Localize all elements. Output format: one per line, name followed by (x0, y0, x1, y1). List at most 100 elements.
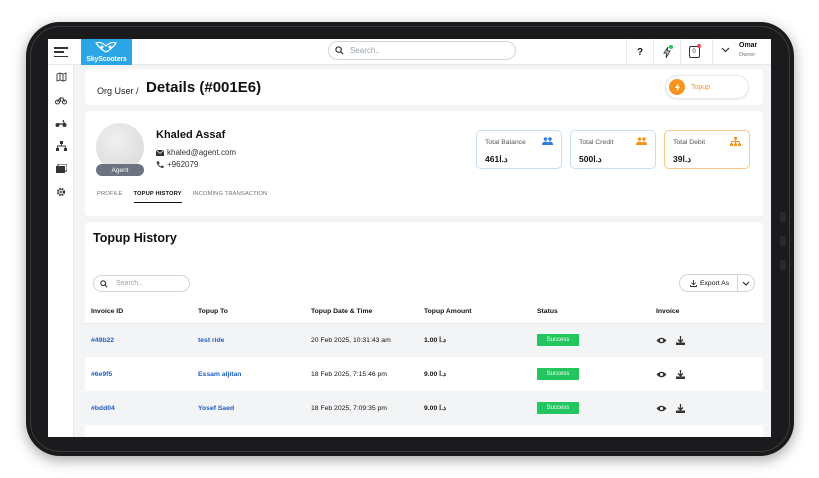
export-menu-toggle[interactable] (738, 281, 754, 286)
column-header[interactable]: Topup Amount (418, 301, 531, 324)
column-header[interactable]: Topup To (192, 301, 305, 324)
column-header[interactable]: Invoice ID (85, 301, 192, 324)
download-icon (690, 279, 697, 287)
tablet-side-button (780, 260, 786, 270)
logo-text: SkyScooters (86, 56, 127, 63)
invoice-actions (650, 391, 763, 425)
eye-icon[interactable] (656, 371, 667, 378)
eye-icon[interactable] (656, 405, 667, 412)
topup-amount: 9.00 د.ا (424, 371, 446, 378)
page-header: Org User / Details (#001E6) Topup (85, 69, 763, 105)
tablet-side-button (780, 212, 786, 222)
download-icon[interactable] (675, 403, 685, 413)
topup-datetime: 20 Feb 2025, 10:31:43 am (305, 323, 418, 357)
history-search[interactable] (93, 275, 190, 292)
topup-amount: 9.00 د.ا (418, 391, 531, 425)
sidebar (48, 65, 74, 437)
profile-card: Agent Khaled Assaf khaled@agent.com +962… (85, 111, 763, 216)
global-search[interactable] (328, 41, 516, 60)
global-search-input[interactable] (350, 46, 500, 55)
status-cell: Success (531, 357, 650, 391)
stat-value: 461د.ا (485, 154, 508, 164)
topup-history-card: Topup History Export As Invoice ID Topup… (85, 222, 763, 437)
column-header[interactable]: Topup Date & Time (305, 301, 418, 324)
column-header[interactable]: Status (531, 301, 650, 324)
table-header-row: Invoice ID Topup To Topup Date & Time To… (85, 301, 763, 324)
profile-phone-row: +962079 (156, 160, 198, 169)
app-screen: SkyScooters ? 0 Omar Owner (48, 39, 771, 437)
stat-total-balance: Total Balance 461د.ا (476, 130, 562, 169)
table-row: #bdd04 Yosef Saed 18 Feb 2025, 7:09:35 p… (85, 391, 763, 425)
export-dropdown: Export As (679, 274, 755, 292)
sitemap-icon (730, 137, 741, 146)
search-icon (335, 46, 344, 55)
role-badge: Agent (96, 164, 144, 176)
invoice-id-link[interactable]: #bdd04 (85, 391, 192, 425)
scooter-icon[interactable] (55, 117, 67, 129)
page-title: Details (#001E6) (146, 79, 262, 96)
phone-icon (156, 161, 164, 168)
status-badge: Success (537, 402, 579, 414)
topup-amount: 1.00 د.ا (418, 323, 531, 357)
topup-button[interactable]: Topup (665, 75, 749, 99)
tab-profile[interactable]: PROFILE (97, 191, 123, 203)
status-badge: Success (537, 334, 579, 347)
user-role: Owner (739, 52, 756, 58)
history-search-input[interactable] (116, 280, 186, 287)
online-indicator (669, 45, 673, 49)
stat-label: Total Debit (673, 139, 706, 146)
bicycle-icon[interactable] (55, 94, 67, 106)
topup-button-label: Topup (691, 83, 711, 91)
notification-dot (697, 44, 701, 48)
download-icon[interactable] (675, 335, 685, 345)
tab-topup-history[interactable]: TOPUP HISTORY (133, 191, 182, 203)
topup-to-link[interactable]: Essam aljitan (192, 357, 305, 391)
topup-to-link[interactable]: Yosef Saed (192, 391, 305, 425)
export-button-label: Export As (700, 279, 730, 287)
section-title: Topup History (93, 231, 177, 245)
topup-history-table: Invoice ID Topup To Topup Date & Time To… (85, 301, 763, 425)
help-button[interactable]: ? (626, 39, 653, 65)
profile-email-row: khaled@agent.com (156, 148, 236, 157)
chevron-down-icon (721, 47, 730, 53)
stat-label: Total Balance (485, 139, 526, 146)
status-cell: Success (531, 323, 650, 357)
user-menu[interactable]: Omar Owner (712, 39, 771, 65)
export-button[interactable]: Export As (680, 279, 737, 287)
status-cell: Success (531, 391, 650, 425)
eye-icon[interactable] (656, 337, 667, 344)
invoice-id-link[interactable]: #6e9f5 (85, 357, 192, 391)
users-icon (542, 137, 553, 145)
menu-icon[interactable] (54, 45, 68, 59)
users-icon (636, 137, 647, 145)
status-badge: Success (537, 368, 579, 380)
invoice-id-link[interactable]: #49b22 (85, 323, 192, 357)
topup-to-link[interactable]: test ride (192, 323, 305, 357)
gear-icon[interactable] (55, 186, 67, 198)
top-bar: SkyScooters ? 0 Omar Owner (48, 39, 771, 65)
stat-value: 39د.ا (673, 154, 691, 164)
topup-datetime: 18 Feb 2025, 7:15:46 pm (311, 370, 387, 378)
tab-incoming-transaction[interactable]: INCOMING TRANSACTION (193, 191, 268, 203)
notifications-button[interactable]: 0 (680, 39, 707, 65)
lightning-icon (669, 79, 685, 95)
table-row: #49b22 test ride 20 Feb 2025, 10:31:43 a… (85, 323, 763, 357)
logo[interactable]: SkyScooters (81, 39, 132, 65)
profile-tabs: PROFILE TOPUP HISTORY INCOMING TRANSACTI… (97, 191, 278, 203)
map-icon[interactable] (55, 71, 67, 83)
download-icon[interactable] (675, 369, 685, 379)
stat-total-credit: Total Credit 500د.ا (570, 130, 656, 169)
sitemap-icon[interactable] (55, 140, 67, 152)
table-row: #6e9f5 Essam aljitan 18 Feb 2025, 7:15:4… (85, 357, 763, 391)
envelope-icon (156, 149, 164, 156)
topup-datetime: 18 Feb 2025, 7:09:35 pm (305, 391, 418, 425)
help-icon: ? (636, 46, 644, 58)
power-button[interactable] (653, 39, 680, 65)
breadcrumb[interactable]: Org User / (97, 86, 139, 96)
profile-phone: +962079 (167, 160, 199, 169)
cards-icon[interactable] (55, 163, 67, 175)
search-icon (100, 279, 108, 288)
profile-name: Khaled Assaf (156, 129, 226, 141)
profile-email: khaled@agent.com (167, 148, 237, 157)
column-header: Invoice (650, 301, 763, 324)
